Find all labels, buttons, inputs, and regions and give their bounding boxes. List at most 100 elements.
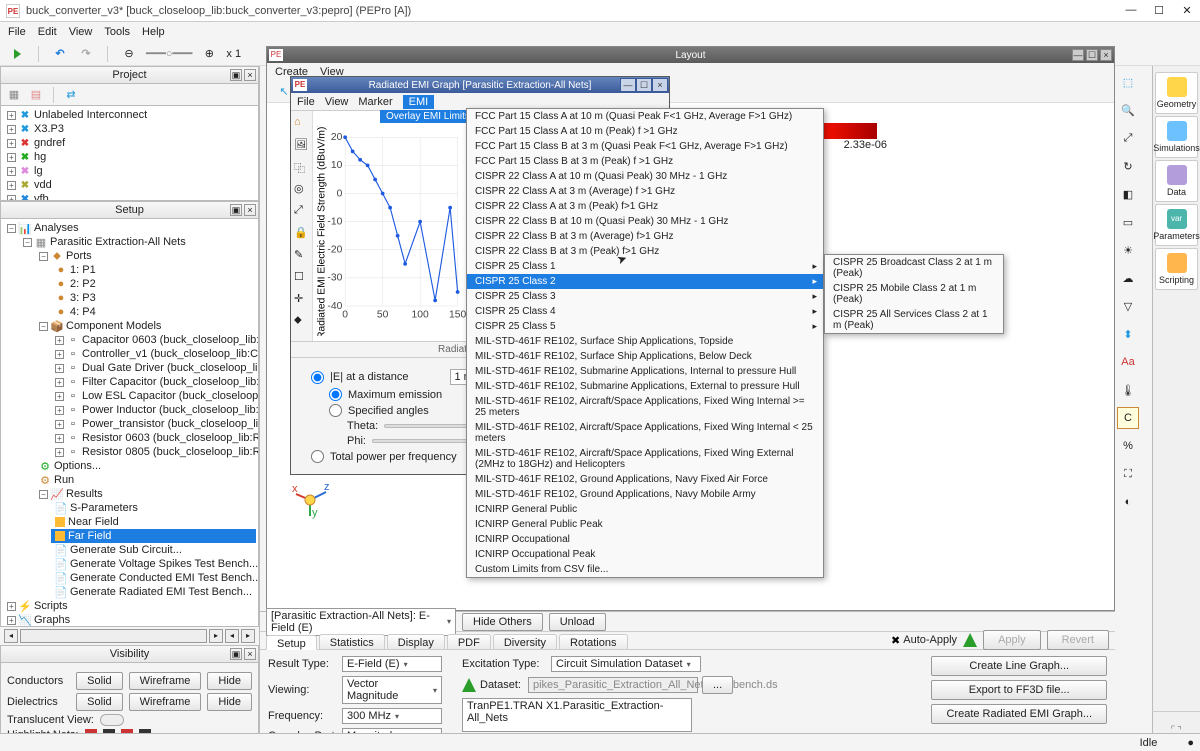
tab-diversity[interactable]: Diversity [493, 634, 557, 649]
tree-item-component[interactable]: +▫Low ESL Capacitor (buck_closeloop_lib:… [51, 389, 256, 403]
emi-limit-item[interactable]: CISPR 25 Class 3 [467, 289, 823, 304]
emi-limit-item[interactable]: CISPR 22 Class A at 3 m (Peak) f>1 GHz [467, 199, 823, 214]
emi-limit-item[interactable]: CISPR 22 Class A at 3 m (Average) f >1 G… [467, 184, 823, 199]
emi-limit-item[interactable]: FCC Part 15 Class B at 3 m (Peak) f >1 G… [467, 154, 823, 169]
emi-limit-item[interactable]: ICNIRP General Public Peak [467, 517, 823, 532]
menu-edit[interactable]: Edit [38, 26, 57, 38]
hide-button[interactable]: Hide [207, 672, 252, 690]
emi-limit-item[interactable]: CISPR 22 Class A at 10 m (Quasi Peak) 30… [467, 169, 823, 184]
tree-item-component[interactable]: +▫Filter Capacitor (buck_closeloop_lib:F… [51, 375, 256, 389]
db-icon[interactable]: ▦ [5, 86, 23, 104]
emi-limit-item[interactable]: MIL-STD-461F RE102, Aircraft/Space Appli… [467, 420, 823, 446]
emi-limits-menu[interactable]: FCC Part 15 Class A at 10 m (Quasi Peak … [466, 108, 824, 578]
image-icon[interactable]: 🖼 [293, 137, 311, 155]
apply-button[interactable]: Apply [983, 630, 1041, 650]
tab-scripting[interactable]: Scripting [1155, 248, 1198, 290]
lock-icon[interactable]: 🔒 [293, 225, 311, 243]
close-icon[interactable]: ✕ [1180, 4, 1194, 17]
menu-file[interactable]: File [8, 26, 26, 38]
marker-icon[interactable]: ⬥ [293, 313, 311, 331]
export-ff3d-button[interactable]: Export to FF3D file... [931, 680, 1107, 700]
cube-icon[interactable]: ◧ [1117, 183, 1139, 205]
zoom-fit-icon[interactable]: ⤢ [1117, 127, 1139, 149]
solid-button[interactable]: Solid [76, 672, 122, 690]
layer-icon[interactable]: ▤ [27, 86, 45, 104]
dist-radio[interactable] [311, 371, 324, 384]
emi-limit-item[interactable]: MIL-STD-461F RE102, Surface Ship Applica… [467, 334, 823, 349]
menu-view[interactable]: View [69, 26, 93, 38]
emi-limits-submenu[interactable]: CISPR 25 Broadcast Class 2 at 1 m (Peak)… [824, 254, 1004, 334]
menu-tools[interactable]: Tools [104, 26, 130, 38]
home-icon[interactable]: ⌂ [293, 115, 311, 133]
result-type-select[interactable]: E-Field (E) [342, 656, 442, 672]
emi-limit-item[interactable]: ICNIRP Occupational Peak [467, 547, 823, 562]
tab-pdf[interactable]: PDF [447, 634, 491, 649]
undock-icon[interactable]: ▣ [230, 69, 242, 81]
power-radio[interactable] [311, 450, 324, 463]
emi-sublimit-item[interactable]: CISPR 25 Mobile Class 2 at 1 m (Peak) [825, 281, 1003, 307]
face-icon[interactable]: ▭ [1117, 211, 1139, 233]
tab-geometry[interactable]: Geometry [1155, 72, 1198, 114]
maximize-icon[interactable]: ☐ [1152, 4, 1166, 17]
toggle-icon[interactable]: ◐ [1117, 491, 1139, 513]
menu-help[interactable]: Help [142, 26, 165, 38]
c-icon[interactable]: C [1117, 407, 1139, 429]
percent-icon[interactable]: % [1117, 435, 1139, 457]
tab-display[interactable]: Display [387, 634, 445, 649]
emi-limit-item[interactable]: MIL-STD-461F RE102, Ground Applications,… [467, 472, 823, 487]
tree-item-component[interactable]: +▫Controller_v1 (buck_closeloop_lib:Cont… [51, 347, 256, 361]
play-icon[interactable] [8, 45, 26, 63]
redo-icon[interactable]: ↷ [77, 45, 95, 63]
zoom-in-icon[interactable]: ⊕ [200, 45, 218, 63]
emi-limit-item[interactable]: CISPR 22 Class B at 3 m (Peak) f>1 GHz [467, 244, 823, 259]
emi-limit-item[interactable]: FCC Part 15 Class A at 10 m (Quasi Peak … [467, 109, 823, 124]
minimize-icon[interactable]: — [1124, 4, 1138, 17]
hide-others-button[interactable]: Hide Others [462, 613, 543, 631]
tran-list[interactable]: TranPE1.TRAN X1.Parasitic_Extraction-All… [462, 698, 692, 732]
select-icon[interactable]: ⬚ [1117, 71, 1139, 93]
copy-icon[interactable]: ⿻ [293, 159, 311, 177]
create-radiated-emi-button[interactable]: Create Radiated EMI Graph... [931, 704, 1107, 724]
tree-item-component[interactable]: +▫Capacitor 0603 (buck_closeloop_lib:Cap… [51, 333, 256, 347]
tree-item-component[interactable]: +▫Resistor 0603 (buck_closeloop_lib:Resi… [51, 431, 256, 445]
tree-item-component[interactable]: +▫Power_transistor (buck_closeloop_lib:P… [51, 417, 256, 431]
tab-statistics[interactable]: Statistics [319, 634, 385, 649]
undo-icon[interactable]: ↶ [51, 45, 69, 63]
pencil-icon[interactable]: ✎ [293, 247, 311, 265]
expand-icon[interactable]: ⤢ [293, 203, 311, 221]
setup-tree[interactable]: −📊Analyses −▦Parasitic Extraction-All Ne… [0, 219, 259, 627]
emi-limit-item[interactable]: ICNIRP General Public [467, 502, 823, 517]
rotate-icon[interactable]: ↻ [1117, 155, 1139, 177]
dataset-field[interactable]: pikes_Parasitic_Extraction_All_Nets_test… [528, 677, 698, 693]
tab-data[interactable]: Data [1155, 160, 1198, 202]
close-panel-icon[interactable]: × [244, 69, 256, 81]
zoom-icon[interactable]: 🔍 [1117, 99, 1139, 121]
menu-emi[interactable]: EMI [403, 95, 435, 109]
sliders-icon[interactable]: ⛶ [1117, 463, 1139, 485]
tab-setup[interactable]: Setup [266, 635, 317, 650]
emi-limit-item[interactable]: CISPR 25 Class 2 [467, 274, 823, 289]
project-tree[interactable]: +✖Unlabeled Interconnect +✖X3.P3 +✖gndre… [0, 106, 259, 201]
create-line-graph-button[interactable]: Create Line Graph... [931, 656, 1107, 676]
emi-limit-item[interactable]: CISPR 25 Class 1 [467, 259, 823, 274]
tree-item-component[interactable]: +▫Power Inductor (buck_closeloop_lib:Pow… [51, 403, 256, 417]
lasso-icon[interactable]: ☐ [293, 269, 311, 287]
emi-limit-item[interactable]: FCC Part 15 Class B at 3 m (Quasi Peak F… [467, 139, 823, 154]
chart-icon[interactable]: ⬍ [1117, 323, 1139, 345]
emi-limit-item[interactable]: CISPR 25 Class 4 [467, 304, 823, 319]
link-icon[interactable]: ⇄ [62, 86, 80, 104]
tab-parameters[interactable]: varParameters [1155, 204, 1198, 246]
frequency-select[interactable]: 300 MHz [342, 708, 442, 724]
emi-limit-item[interactable]: FCC Part 15 Class A at 10 m (Peak) f >1 … [467, 124, 823, 139]
tree-item-component[interactable]: +▫Resistor 0805 (buck_closeloop_lib:Resi… [51, 445, 256, 459]
emi-limit-item[interactable]: MIL-STD-461F RE102, Submarine Applicatio… [467, 379, 823, 394]
browse-button[interactable]: ... [702, 676, 733, 694]
emi-limit-item[interactable]: CISPR 25 Class 5 [467, 319, 823, 334]
tree-item-component[interactable]: +▫Dual Gate Driver (buck_closeloop_lib:D… [51, 361, 256, 375]
emi-limit-item[interactable]: CISPR 22 Class B at 3 m (Average) f>1 GH… [467, 229, 823, 244]
crosshair-icon[interactable]: ✛ [293, 291, 311, 309]
text-icon[interactable]: Aa [1117, 351, 1139, 373]
emi-sublimit-item[interactable]: CISPR 25 Broadcast Class 2 at 1 m (Peak) [825, 255, 1003, 281]
wireframe-button[interactable]: Wireframe [129, 672, 202, 690]
emi-limit-item[interactable]: ICNIRP Occupational [467, 532, 823, 547]
